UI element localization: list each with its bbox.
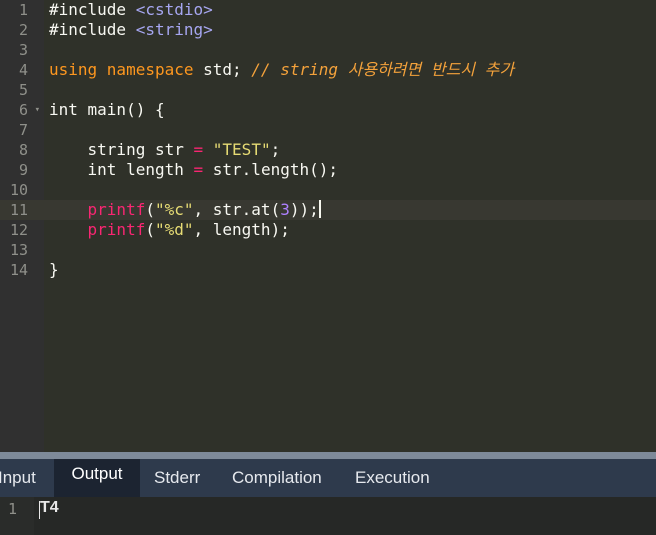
- line-number: 2: [0, 20, 44, 40]
- output-line-number: 1: [8, 500, 18, 518]
- code-token: printf: [87, 220, 146, 239]
- code-line[interactable]: printf("%d", length);: [44, 220, 656, 240]
- text-cursor: [318, 200, 321, 218]
- code-line[interactable]: string str = "TEST";: [44, 140, 656, 160]
- line-number-text: 10: [9, 181, 28, 199]
- line-number-text: 14: [9, 261, 28, 279]
- code-line[interactable]: using namespace std; // string 사용하려면 반드시…: [44, 60, 656, 80]
- line-number: 14: [0, 260, 44, 280]
- code-line[interactable]: [44, 40, 656, 60]
- code-line[interactable]: printf("%c", str.at(3));: [44, 200, 656, 220]
- code-token: #include: [49, 0, 136, 19]
- line-number: 7: [0, 120, 44, 140]
- code-token: string str: [49, 140, 194, 159]
- line-number-text: 12: [9, 221, 28, 239]
- line-number: 11: [0, 200, 44, 220]
- code-text: printf("%d", length);: [49, 220, 290, 240]
- code-token: "TEST": [212, 140, 271, 159]
- code-token: ));: [289, 200, 319, 219]
- code-line[interactable]: #include <cstdio>: [44, 0, 656, 20]
- code-token: , str.at(: [193, 200, 281, 219]
- line-number: 3: [0, 40, 44, 60]
- line-number-text: 8: [18, 141, 28, 159]
- output-text: T4: [40, 499, 59, 516]
- line-number-text: 4: [18, 61, 28, 79]
- line-number-text: 6: [18, 101, 28, 119]
- code-line[interactable]: }: [44, 260, 656, 280]
- code-token: <string>: [135, 20, 213, 39]
- code-token: (: [145, 220, 155, 239]
- code-text: #include <cstdio>: [49, 0, 213, 20]
- line-number-text: 9: [18, 161, 28, 179]
- code-token: printf: [87, 200, 146, 219]
- tab-compilation[interactable]: Compilation: [232, 459, 322, 497]
- line-number: 8: [0, 140, 44, 160]
- code-token: int: [49, 100, 88, 119]
- line-number: 13: [0, 240, 44, 260]
- fold-arrow-icon[interactable]: ▾: [35, 100, 40, 120]
- code-text: int length = str.length();: [49, 160, 338, 180]
- code-token: #include: [49, 20, 136, 39]
- tab-output[interactable]: Output: [54, 459, 140, 497]
- code-line[interactable]: int main() {: [44, 100, 656, 120]
- code-token: ;: [270, 140, 281, 159]
- code-line[interactable]: [44, 80, 656, 100]
- line-number: 4: [0, 60, 44, 80]
- code-token: str.length();: [203, 160, 338, 179]
- line-number-gutter: 1 2 3 4 5 6 ▾ 7 8 9 10 11 12 13 14: [0, 0, 44, 452]
- line-number: 12: [0, 220, 44, 240]
- code-token: }: [49, 260, 59, 279]
- line-number-text: 11: [9, 201, 28, 219]
- code-area[interactable]: #include <cstdio> #include <string> using …: [44, 0, 656, 452]
- tab-input[interactable]: Input: [0, 459, 44, 497]
- code-token: namespace: [106, 60, 204, 79]
- panel-divider[interactable]: [0, 452, 656, 459]
- line-number: 1: [0, 0, 44, 20]
- line-number-text: 7: [18, 121, 28, 139]
- code-editor[interactable]: 1 2 3 4 5 6 ▾ 7 8 9 10 11 12 13 14 #include <cstdio> #i…: [0, 0, 656, 452]
- tab-execution[interactable]: Execution: [355, 459, 430, 497]
- line-number-text: 1: [18, 1, 28, 19]
- code-line[interactable]: #include <string>: [44, 20, 656, 40]
- code-token: <cstdio>: [135, 0, 213, 19]
- code-token: =: [193, 160, 204, 179]
- code-text: using namespace std; // string 사용하려면 반드시…: [49, 60, 514, 80]
- code-token: , length);: [193, 220, 290, 239]
- code-text: string str = "TEST";: [49, 140, 281, 160]
- output-tab-bar: Input Output Stderr Compilation Executio…: [0, 459, 656, 497]
- code-text: printf("%c", str.at(3));: [49, 200, 321, 220]
- tab-stderr[interactable]: Stderr: [154, 459, 200, 497]
- code-token: =: [193, 140, 204, 159]
- line-number-text: 2: [18, 21, 28, 39]
- output-gutter: 1: [0, 497, 34, 535]
- code-text: #include <string>: [49, 20, 213, 40]
- code-text: int main() {: [49, 100, 165, 120]
- line-number: 10: [0, 180, 44, 200]
- code-text: }: [49, 260, 59, 280]
- code-token: "%c": [154, 200, 194, 219]
- line-number-text: 13: [9, 241, 28, 259]
- line-number-text: 3: [18, 41, 28, 59]
- code-token: std;: [203, 60, 252, 79]
- line-number-text: 5: [18, 81, 28, 99]
- line-number: 5: [0, 80, 44, 100]
- code-token: using: [49, 60, 107, 79]
- code-token: main() {: [87, 100, 165, 119]
- code-token: (: [145, 200, 155, 219]
- code-line[interactable]: [44, 180, 656, 200]
- code-line[interactable]: int length = str.length();: [44, 160, 656, 180]
- code-line[interactable]: [44, 240, 656, 260]
- code-token: int length: [49, 160, 194, 179]
- output-panel[interactable]: 1 T4: [0, 497, 656, 535]
- line-number: 6 ▾: [0, 100, 44, 120]
- code-token: 3: [280, 200, 290, 219]
- code-token: "%d": [154, 220, 194, 239]
- code-line[interactable]: [44, 120, 656, 140]
- code-token: // string 사용하려면 반드시 추가: [251, 60, 515, 79]
- line-number: 9: [0, 160, 44, 180]
